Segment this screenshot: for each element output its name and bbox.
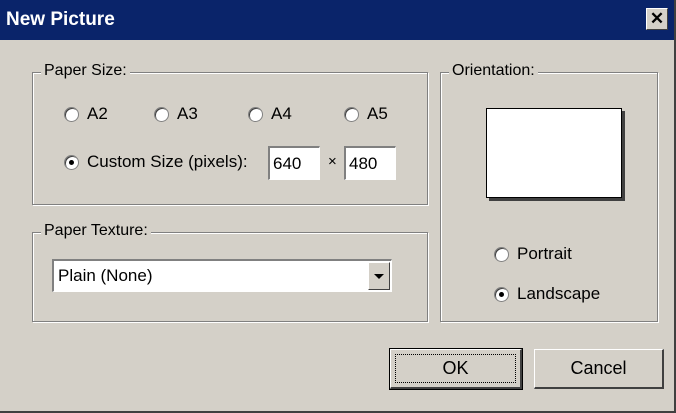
radio-a5[interactable]: A5 xyxy=(344,104,388,124)
times-symbol: × xyxy=(328,153,337,170)
radio-custom-size-button[interactable] xyxy=(64,154,79,170)
paper-size-legend: Paper Size: xyxy=(41,62,130,80)
orientation-legend: Orientation: xyxy=(449,62,538,80)
radio-a2-button[interactable] xyxy=(64,106,79,122)
paper-texture-legend: Paper Texture: xyxy=(41,222,151,240)
radio-portrait[interactable]: Portrait xyxy=(494,244,572,264)
window-title: New Picture xyxy=(6,9,115,30)
custom-height-field[interactable] xyxy=(344,146,396,180)
ok-button[interactable]: OK xyxy=(389,348,523,390)
radio-a3-label: A3 xyxy=(177,104,198,123)
cancel-button-label: Cancel xyxy=(570,358,627,378)
title-bar: New Picture ✕ xyxy=(0,0,674,40)
radio-a2[interactable]: A2 xyxy=(64,104,108,124)
paper-size-group: Paper Size: xyxy=(32,62,428,205)
radio-a4-label: A4 xyxy=(271,104,292,123)
paper-texture-select[interactable]: Plain (None) xyxy=(52,259,392,292)
radio-portrait-button[interactable] xyxy=(494,246,509,262)
radio-custom-size-label: Custom Size (pixels): xyxy=(87,152,248,171)
paper-texture-value: Plain (None) xyxy=(58,266,153,285)
chevron-down-icon[interactable] xyxy=(368,262,390,290)
radio-a2-label: A2 xyxy=(87,104,108,123)
close-button[interactable]: ✕ xyxy=(646,8,668,30)
radio-a4-button[interactable] xyxy=(248,106,263,122)
radio-a5-button[interactable] xyxy=(344,106,359,122)
radio-portrait-label: Portrait xyxy=(517,244,572,263)
radio-a3[interactable]: A3 xyxy=(154,104,198,124)
ok-button-label: OK xyxy=(442,358,469,378)
close-icon: ✕ xyxy=(649,9,665,28)
radio-landscape[interactable]: Landscape xyxy=(494,284,600,304)
radio-a5-label: A5 xyxy=(367,104,388,123)
new-picture-dialog: New Picture ✕ Paper Size: A2 A3 A4 A5 Cu… xyxy=(0,0,676,413)
radio-a4[interactable]: A4 xyxy=(248,104,292,124)
custom-width-field[interactable] xyxy=(268,146,320,180)
radio-a3-button[interactable] xyxy=(154,106,169,122)
cancel-button[interactable]: Cancel xyxy=(534,349,664,389)
radio-custom-size[interactable]: Custom Size (pixels): xyxy=(64,152,248,172)
radio-landscape-button[interactable] xyxy=(494,286,509,302)
radio-landscape-label: Landscape xyxy=(517,284,601,303)
orientation-preview xyxy=(486,108,622,198)
